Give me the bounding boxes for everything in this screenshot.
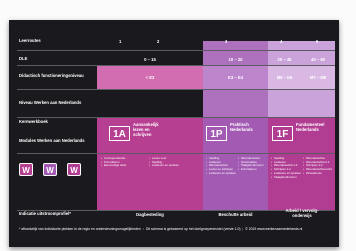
rule-3 (17, 89, 335, 90)
row-label-niveau: Niveau Werken aan Nederlands (19, 100, 82, 105)
modules-list-c1: Spelling Luisteren Woordenschat 1.2 Schr… (271, 156, 301, 180)
badge-1a-label: Aanvankelijk lezen en schrijven (133, 122, 159, 137)
module-item: Luisteren en spreken (206, 171, 236, 176)
badge-1p: 1P (206, 126, 227, 141)
didactisch-value-d: M7 – M8 (309, 75, 327, 80)
rule-4 (17, 117, 335, 118)
module-item: Formulieren (238, 167, 264, 172)
didactisch-value-a: < E3 (145, 75, 155, 80)
module-w-icon-1: W (19, 163, 33, 176)
modules-list-c2: Woordenschat Woordenschat 2.1 Schrijven … (303, 156, 332, 176)
row-label-indicatie: Indicatie uitstroomprofiel* (19, 211, 71, 216)
modules-list-a1: Correspondentie Formulieren Eenvoudige t… (101, 156, 126, 168)
route-number-1: 1 (119, 39, 122, 44)
rule-1 (17, 50, 335, 51)
modules-list-b1: Spelling Luisteren Woordenschat Lezen en… (206, 156, 236, 176)
badge-1p-label: Praktisch Nederlands (230, 122, 253, 132)
uitstroom-arbeid-vervolg: Arbeid / vervolg-onderwijs (285, 208, 319, 218)
rule-5 (17, 153, 335, 154)
module-w-icon-2: W (43, 163, 57, 176)
dle-value-a: 0 – 15 (144, 57, 156, 62)
didactisch-value-c: M5 – E6 (276, 75, 293, 80)
footer-note-2: Dit schema is gebaseerd op het doelgroep… (145, 227, 241, 231)
row-label-leerroutes: Leerroutes (19, 38, 41, 43)
route-number-3: 3 (225, 39, 228, 44)
route-number-2: 2 (157, 39, 160, 44)
module-item: Luisteren en spreken (149, 164, 179, 168)
module-w-icon-3: W (67, 163, 81, 176)
module-item: Taalgebruik lezen (271, 175, 301, 180)
badge-1a: 1A (109, 126, 130, 141)
row-label-kernwerkboek: Kernwerkboek (19, 119, 48, 124)
badge-1f-label: Fundamenteel Nederlands (296, 122, 325, 132)
modules-list-a2: Lezen voor Spelling Luisteren en spreken (149, 156, 179, 168)
footer-note-3: © 2019 www.werkenaannederlands.nl (245, 227, 303, 231)
row-label-modules: Modules Werken aan Nederlands (19, 138, 85, 143)
dle-value-d: 40 – 60 (311, 57, 325, 62)
row-label-didactisch: Didactisch functioneringsniveau (19, 73, 84, 78)
footer-note: * afhankelijk van individuele plekken in… (19, 227, 303, 231)
module-item: Eenvoudige tekst (101, 164, 126, 168)
dle-value-b: 10 – 20 (228, 57, 243, 62)
module-item: Zinsopbouw (303, 171, 332, 176)
route-number-4: 4 (280, 39, 283, 44)
badge-1f: 1F (272, 126, 293, 141)
schema-card: Leerroutes DLE Didactisch functionerings… (9, 20, 339, 247)
uitstroom-beschutte-arbeid: Beschutte arbeid (218, 212, 253, 217)
dle-value-c: 20 – 45 (277, 57, 292, 62)
footer-note-1: * afhankelijk van individuele plekken in… (19, 227, 141, 231)
didactisch-value-b: E3 – E4 (228, 75, 243, 80)
uitstroom-dagbesteding: Dagbesteding (136, 212, 164, 217)
row-label-dle: DLE (19, 56, 28, 61)
modules-list-b2: Woordenschat Grammatica Taalgebruik leze… (238, 156, 264, 172)
rule-2 (17, 65, 335, 66)
route-number-5: 5 (316, 39, 319, 44)
